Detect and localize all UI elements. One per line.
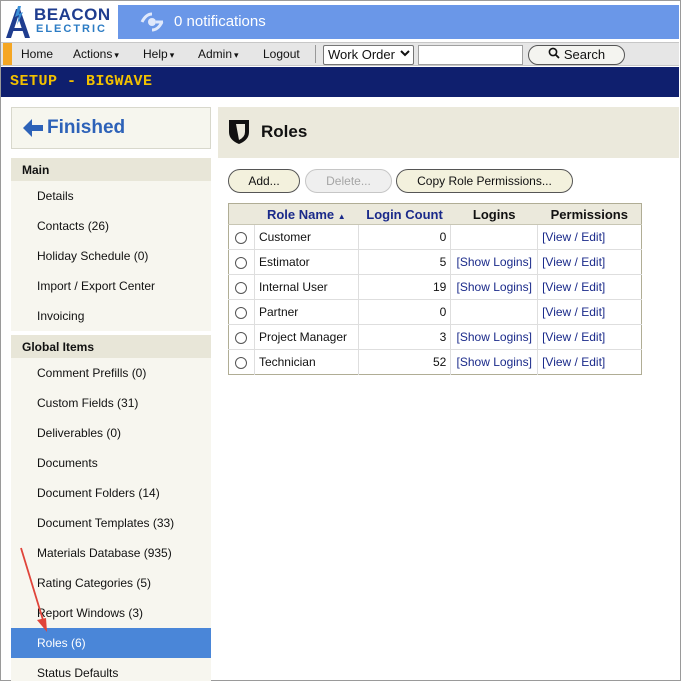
sidebar-section-main: Main	[11, 158, 211, 182]
sidebar-item-custom-fields[interactable]: Custom Fields (31)	[11, 388, 211, 418]
row-select-radio[interactable]	[235, 281, 248, 294]
sidebar: Finished Main Details Contacts (26) Holi…	[11, 107, 211, 681]
role-name-cell: Customer	[254, 224, 359, 250]
company-logo[interactable]: BEACON ELECTRIC	[3, 3, 115, 39]
chevron-down-icon	[400, 48, 410, 61]
nav-divider	[315, 45, 316, 63]
nav-admin-menu[interactable]: Admin ▾	[198, 47, 239, 61]
sidebar-item-report-windows[interactable]: Report Windows (3)	[11, 598, 211, 628]
row-select-radio[interactable]	[235, 331, 248, 344]
arrow-left-icon	[23, 119, 43, 137]
nav-home[interactable]: Home	[21, 47, 53, 61]
table-header-row: Role Name ▲ Login Count Logins Permissio…	[228, 203, 642, 225]
table-row: Partner 0 [View / Edit]	[228, 299, 642, 325]
logins-column-header: Logins	[450, 203, 538, 225]
sidebar-item-materials-database[interactable]: Materials Database (935)	[11, 538, 211, 568]
role-name-cell: Internal User	[254, 274, 359, 300]
show-logins-link[interactable]: [Show Logins]	[457, 355, 532, 369]
view-edit-permissions-link[interactable]: [View / Edit]	[542, 330, 605, 344]
eye-radar-icon	[140, 12, 164, 32]
login-count-cell: 52	[358, 349, 452, 375]
search-button[interactable]: Search	[528, 45, 625, 65]
sidebar-item-rating-categories[interactable]: Rating Categories (5)	[11, 568, 211, 598]
setup-title: SETUP - BIGWAVE	[10, 73, 153, 90]
search-button-label: Search	[563, 47, 606, 62]
row-select-radio[interactable]	[235, 256, 248, 269]
row-select-radio[interactable]	[235, 356, 248, 369]
nav-accent	[3, 43, 12, 65]
notifications-bar[interactable]: 0 notifications	[118, 5, 679, 39]
brand-name: BEACON	[34, 5, 111, 24]
select-column-header	[228, 203, 255, 225]
login-count-cell: 19	[358, 274, 452, 300]
show-logins-link[interactable]: [Show Logins]	[457, 280, 532, 294]
nav-logout[interactable]: Logout	[263, 47, 300, 61]
sidebar-section-global-items: Global Items	[11, 335, 211, 359]
role-name-cell: Project Manager	[254, 324, 359, 350]
record-type-select[interactable]: Work Order	[323, 45, 414, 65]
chevron-down-icon: ▾	[234, 50, 239, 60]
login-count-cell: 0	[358, 224, 452, 250]
sidebar-item-contacts[interactable]: Contacts (26)	[11, 211, 211, 241]
sidebar-item-status-defaults[interactable]: Status Defaults	[11, 658, 211, 681]
view-edit-permissions-link[interactable]: [View / Edit]	[542, 280, 605, 294]
nav-help-menu[interactable]: Help ▾	[143, 47, 174, 61]
chevron-down-icon: ▾	[114, 50, 119, 60]
table-row: Technician 52 [Show Logins] [View / Edit…	[228, 349, 642, 375]
copy-role-permissions-button[interactable]: Copy Role Permissions...	[396, 169, 573, 193]
sidebar-item-documents[interactable]: Documents	[11, 448, 211, 478]
table-row: Customer 0 [View / Edit]	[228, 224, 642, 250]
delete-button[interactable]: Delete...	[305, 169, 392, 193]
table-row: Project Manager 3 [Show Logins] [View / …	[228, 324, 642, 350]
sidebar-item-document-templates[interactable]: Document Templates (33)	[11, 508, 211, 538]
row-select-radio[interactable]	[235, 231, 248, 244]
table-row: Estimator 5 [Show Logins] [View / Edit]	[228, 249, 642, 275]
page-header: Roles	[218, 107, 679, 158]
role-name-column-header[interactable]: Role Name ▲	[254, 203, 359, 225]
sidebar-item-holiday-schedule[interactable]: Holiday Schedule (0)	[11, 241, 211, 271]
view-edit-permissions-link[interactable]: [View / Edit]	[542, 230, 605, 244]
finished-button[interactable]: Finished	[11, 107, 211, 149]
finished-label: Finished	[47, 117, 126, 138]
login-count-column-header[interactable]: Login Count	[358, 203, 451, 225]
permissions-column-header: Permissions	[537, 203, 642, 225]
row-select-radio[interactable]	[235, 306, 248, 319]
shield-icon	[229, 120, 249, 144]
sidebar-item-comment-prefills[interactable]: Comment Prefills (0)	[11, 358, 211, 388]
record-type-value: Work Order	[328, 47, 395, 62]
sidebar-item-invoicing[interactable]: Invoicing	[11, 301, 211, 331]
beacon-tower-icon	[6, 6, 30, 38]
role-name-cell: Partner	[254, 299, 359, 325]
magnifier-icon	[548, 46, 560, 64]
nav-bar: Home Actions ▾ Help ▾ Admin ▾ Logout Work O…	[1, 42, 679, 66]
login-count-cell: 5	[358, 249, 452, 275]
setup-bar: SETUP - BIGWAVE	[1, 67, 679, 97]
table-row: Internal User 19 [Show Logins] [View / E…	[228, 274, 642, 300]
show-logins-link[interactable]: [Show Logins]	[457, 330, 532, 344]
roles-table: Role Name ▲ Login Count Logins Permissio…	[228, 203, 642, 375]
sidebar-item-details[interactable]: Details	[11, 181, 211, 211]
role-name-cell: Estimator	[254, 249, 359, 275]
show-logins-link[interactable]: [Show Logins]	[457, 255, 532, 269]
view-edit-permissions-link[interactable]: [View / Edit]	[542, 305, 605, 319]
search-input[interactable]	[418, 45, 523, 65]
add-button[interactable]: Add...	[228, 169, 300, 193]
login-count-cell: 3	[358, 324, 452, 350]
sidebar-item-roles[interactable]: Roles (6)	[11, 628, 211, 658]
role-name-cell: Technician	[254, 349, 359, 375]
login-count-cell: 0	[358, 299, 452, 325]
sidebar-item-document-folders[interactable]: Document Folders (14)	[11, 478, 211, 508]
sidebar-item-deliverables[interactable]: Deliverables (0)	[11, 418, 211, 448]
top-bar: BEACON ELECTRIC 0 notifications	[1, 1, 679, 41]
view-edit-permissions-link[interactable]: [View / Edit]	[542, 255, 605, 269]
notifications-label: 0 notifications	[174, 13, 266, 30]
sort-ascending-icon: ▲	[337, 211, 346, 221]
brand-subtitle: ELECTRIC	[36, 23, 107, 35]
view-edit-permissions-link[interactable]: [View / Edit]	[542, 355, 605, 369]
chevron-down-icon: ▾	[169, 50, 175, 60]
nav-actions-menu[interactable]: Actions ▾	[73, 47, 119, 61]
page-title: Roles	[261, 122, 308, 141]
sidebar-item-import-export[interactable]: Import / Export Center	[11, 271, 211, 301]
